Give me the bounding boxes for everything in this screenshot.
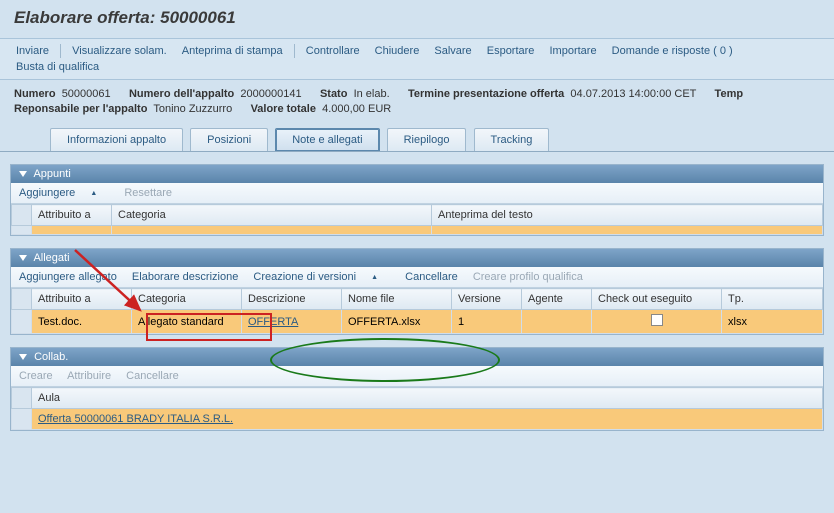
temp-label: Temp xyxy=(715,88,744,100)
cell-category: Allegato standard xyxy=(132,310,242,334)
attachments-section: Allegati Aggiungere allegato Elaborare d… xyxy=(10,248,824,335)
collab-title: Collab. xyxy=(34,351,68,363)
import-button[interactable]: Importare xyxy=(544,43,603,59)
page-title: Elaborare offerta: 50000061 xyxy=(0,0,834,38)
col-filename[interactable]: Nome file xyxy=(342,289,452,310)
col-category[interactable]: Categoria xyxy=(132,289,242,310)
row-selector[interactable] xyxy=(12,409,32,430)
select-column xyxy=(12,388,32,409)
deadline-label: Termine presentazione offerta xyxy=(408,88,564,100)
cell-agent xyxy=(522,310,592,334)
collapse-icon xyxy=(19,354,27,360)
delete-button[interactable]: Cancellare xyxy=(405,271,458,283)
create-button: Creare xyxy=(19,370,53,382)
collab-table: Aula Offerta 50000061 BRADY ITALIA S.R.L… xyxy=(11,387,823,430)
responsible-label: Reponsabile per l'appalto xyxy=(14,103,147,115)
collab-toolbar: Creare Attribuire Cancellare xyxy=(11,366,823,387)
delete-button: Cancellare xyxy=(126,370,179,382)
responsible-value: Tonino Zuzzurro xyxy=(153,103,232,115)
cell-assigned-to: Test.doc. xyxy=(32,310,132,334)
cell-description: OFFERTA xyxy=(242,310,342,334)
select-column xyxy=(12,205,32,226)
col-category[interactable]: Categoria xyxy=(112,205,432,226)
description-link[interactable]: OFFERTA xyxy=(248,316,298,328)
versioning-button[interactable]: Creazione di versioni ▲ xyxy=(253,271,390,283)
dropdown-icon: ▲ xyxy=(371,274,378,281)
cell-type: xlsx xyxy=(722,310,823,334)
status-value: In elab. xyxy=(354,88,390,100)
col-aula[interactable]: Aula xyxy=(32,388,823,409)
tab-posizioni[interactable]: Posizioni xyxy=(190,128,268,151)
notes-table: Attribuito a Categoria Anteprima del tes… xyxy=(11,204,823,235)
col-agent[interactable]: Agente xyxy=(522,289,592,310)
total-value-value: 4.000,00 EUR xyxy=(322,103,391,115)
cell-filename: OFFERTA.xlsx xyxy=(342,310,452,334)
tab-tracking[interactable]: Tracking xyxy=(474,128,550,151)
notes-section: Appunti Aggiungere ▲ Resettare Attribuit… xyxy=(10,164,824,236)
main-toolbar: Inviare Visualizzare solam. Anteprima di… xyxy=(0,38,834,80)
assign-button: Attribuire xyxy=(67,370,111,382)
col-type[interactable]: Tp. xyxy=(722,289,823,310)
attachments-title: Allegati xyxy=(33,252,69,264)
tab-note-allegati[interactable]: Note e allegati xyxy=(275,128,379,151)
col-assigned-to[interactable]: Attribuito a xyxy=(32,205,112,226)
collab-header[interactable]: Collab. xyxy=(11,348,823,366)
send-button[interactable]: Inviare xyxy=(10,43,55,59)
create-profile-button: Creare profilo qualifica xyxy=(473,271,583,283)
row-selector[interactable] xyxy=(12,310,32,334)
main-tabs: Informazioni appalto Posizioni Note e al… xyxy=(0,124,834,152)
add-attachment-button[interactable]: Aggiungere allegato xyxy=(19,271,117,283)
cell-aula: Offerta 50000061 BRADY ITALIA S.R.L. xyxy=(32,409,823,430)
check-button[interactable]: Controllare xyxy=(300,43,366,59)
table-row[interactable]: Offerta 50000061 BRADY ITALIA S.R.L. xyxy=(12,409,823,430)
attachments-table: Attribuito a Categoria Descrizione Nome … xyxy=(11,288,823,334)
col-version[interactable]: Versione xyxy=(452,289,522,310)
number-value: 50000061 xyxy=(62,88,111,100)
close-button[interactable]: Chiudere xyxy=(369,43,426,59)
checkbox-icon[interactable] xyxy=(651,314,663,326)
reset-note-button: Resettare xyxy=(124,187,172,199)
qualification-envelope-button[interactable]: Busta di qualifica xyxy=(10,59,105,75)
col-text-preview[interactable]: Anteprima del testo xyxy=(432,205,823,226)
cell-checkout xyxy=(592,310,722,334)
export-button[interactable]: Esportare xyxy=(481,43,541,59)
separator xyxy=(60,44,61,58)
notes-toolbar: Aggiungere ▲ Resettare xyxy=(11,183,823,204)
bid-info-block: Numero 50000061 Numero dell'appalto 2000… xyxy=(0,80,834,124)
separator xyxy=(294,44,295,58)
collapse-icon xyxy=(19,171,27,177)
notes-title: Appunti xyxy=(33,168,70,180)
questions-button[interactable]: Domande e risposte ( 0 ) xyxy=(606,43,739,59)
deadline-value: 04.07.2013 14:00:00 CET xyxy=(570,88,696,100)
total-value-label: Valore totale xyxy=(251,103,316,115)
collapse-icon xyxy=(19,255,27,261)
status-label: Stato xyxy=(320,88,348,100)
cell-version: 1 xyxy=(452,310,522,334)
add-note-button[interactable]: Aggiungere ▲ xyxy=(19,187,109,199)
tab-riepilogo[interactable]: Riepilogo xyxy=(387,128,467,151)
table-row[interactable]: Test.doc. Allegato standard OFFERTA OFFE… xyxy=(12,310,823,334)
save-button[interactable]: Salvare xyxy=(428,43,477,59)
rfx-number-value: 2000000141 xyxy=(240,88,301,100)
col-description[interactable]: Descrizione xyxy=(242,289,342,310)
collab-link[interactable]: Offerta 50000061 BRADY ITALIA S.R.L. xyxy=(38,413,233,425)
number-label: Numero xyxy=(14,88,56,100)
notes-header[interactable]: Appunti xyxy=(11,165,823,183)
attachments-toolbar: Aggiungere allegato Elaborare descrizion… xyxy=(11,267,823,288)
col-assigned-to[interactable]: Attribuito a xyxy=(32,289,132,310)
collab-section: Collab. Creare Attribuire Cancellare Aul… xyxy=(10,347,824,431)
edit-description-button[interactable]: Elaborare descrizione xyxy=(132,271,238,283)
tab-info-appalto[interactable]: Informazioni appalto xyxy=(50,128,183,151)
dropdown-icon: ▲ xyxy=(90,190,97,197)
select-column xyxy=(12,289,32,310)
print-preview-button[interactable]: Anteprima di stampa xyxy=(176,43,289,59)
table-row[interactable] xyxy=(12,226,823,235)
attachments-header[interactable]: Allegati xyxy=(11,249,823,267)
display-only-button[interactable]: Visualizzare solam. xyxy=(66,43,173,59)
col-checkout[interactable]: Check out eseguito xyxy=(592,289,722,310)
rfx-number-label: Numero dell'appalto xyxy=(129,88,234,100)
